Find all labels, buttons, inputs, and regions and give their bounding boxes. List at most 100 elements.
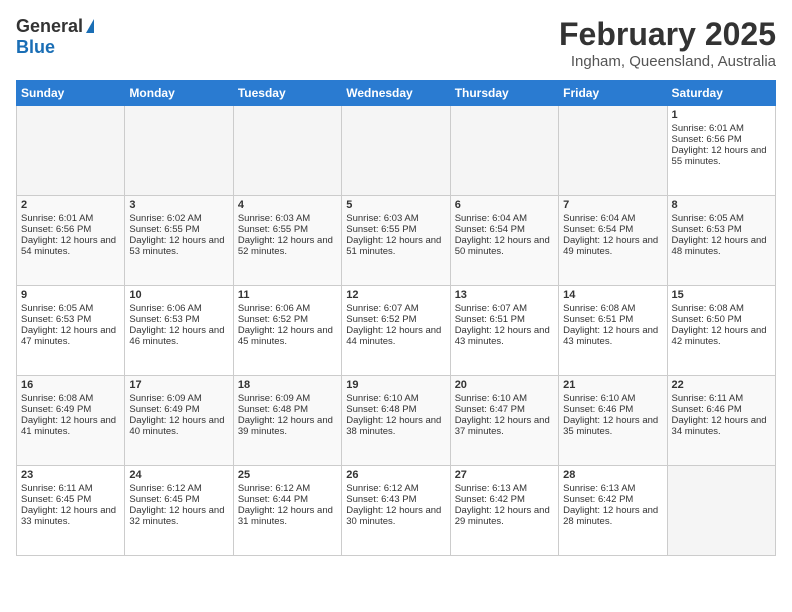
sunset-text: Sunset: 6:48 PM xyxy=(346,404,445,415)
calendar-cell: 15Sunrise: 6:08 AMSunset: 6:50 PMDayligh… xyxy=(667,286,775,376)
daylight-text: Daylight: 12 hours and 47 minutes. xyxy=(21,325,120,347)
calendar-cell xyxy=(667,466,775,556)
day-number: 8 xyxy=(672,199,771,211)
daylight-text: Daylight: 12 hours and 41 minutes. xyxy=(21,415,120,437)
day-number: 25 xyxy=(238,469,337,481)
sunrise-text: Sunrise: 6:13 AM xyxy=(455,483,554,494)
logo-general-text: General xyxy=(16,16,83,37)
sunrise-text: Sunrise: 6:12 AM xyxy=(346,483,445,494)
sunset-text: Sunset: 6:56 PM xyxy=(21,224,120,235)
day-number: 18 xyxy=(238,379,337,391)
daylight-text: Daylight: 12 hours and 34 minutes. xyxy=(672,415,771,437)
daylight-text: Daylight: 12 hours and 44 minutes. xyxy=(346,325,445,347)
sunset-text: Sunset: 6:55 PM xyxy=(238,224,337,235)
day-number: 14 xyxy=(563,289,662,301)
sunrise-text: Sunrise: 6:08 AM xyxy=(21,393,120,404)
calendar-cell: 1 Sunrise: 6:01 AMSunset: 6:56 PMDaylight… xyxy=(667,106,775,196)
calendar-week-1: 2Sunrise: 6:01 AMSunset: 6:56 PMDaylight… xyxy=(17,196,776,286)
sunrise-text: Sunrise: 6:12 AM xyxy=(238,483,337,494)
sunrise-text: Sunrise: 6:02 AM xyxy=(129,213,228,224)
day-number: 5 xyxy=(346,199,445,211)
day-number: 3 xyxy=(129,199,228,211)
sunrise-text: Sunrise: 6:05 AM xyxy=(672,213,771,224)
daylight-text: Daylight: 12 hours and 30 minutes. xyxy=(346,505,445,527)
calendar-cell: 18Sunrise: 6:09 AMSunset: 6:48 PMDayligh… xyxy=(233,376,341,466)
calendar-header-row: SundayMondayTuesdayWednesdayThursdayFrid… xyxy=(17,81,776,106)
sunset-text: Sunset: 6:43 PM xyxy=(346,494,445,505)
calendar-cell: 14Sunrise: 6:08 AMSunset: 6:51 PMDayligh… xyxy=(559,286,667,376)
calendar-cell xyxy=(450,106,558,196)
sunrise-text: Sunrise: 6:11 AM xyxy=(21,483,120,494)
sunset-text: Sunset: 6:51 PM xyxy=(455,314,554,325)
sunrise-text: Sunrise: 6:04 AM xyxy=(455,213,554,224)
sunrise-text: Sunrise: 6:10 AM xyxy=(455,393,554,404)
calendar-cell: 20Sunrise: 6:10 AMSunset: 6:47 PMDayligh… xyxy=(450,376,558,466)
sunset-text: Sunset: 6:49 PM xyxy=(21,404,120,415)
sunset-text: Sunset: 6:42 PM xyxy=(455,494,554,505)
daylight-text: Daylight: 12 hours and 42 minutes. xyxy=(672,325,771,347)
day-number: 10 xyxy=(129,289,228,301)
calendar-cell xyxy=(125,106,233,196)
sunrise-text: Sunrise: 6:03 AM xyxy=(346,213,445,224)
sunset-text: Sunset: 6:49 PM xyxy=(129,404,228,415)
daylight-text: Daylight: 12 hours and 53 minutes. xyxy=(129,235,228,257)
calendar-cell: 4 Sunrise: 6:03 AMSunset: 6:55 PMDaylight… xyxy=(233,196,341,286)
day-number: 23 xyxy=(21,469,120,481)
daylight-text: Daylight: 12 hours and 32 minutes. xyxy=(129,505,228,527)
day-number: 2 xyxy=(21,199,120,211)
daylight-text: Daylight: 12 hours and 55 minutes. xyxy=(672,145,771,167)
sunrise-text: Sunrise: 6:06 AM xyxy=(129,303,228,314)
sunrise-text: Sunrise: 6:01 AM xyxy=(672,123,771,134)
daylight-text: Daylight: 12 hours and 40 minutes. xyxy=(129,415,228,437)
daylight-text: Daylight: 12 hours and 52 minutes. xyxy=(238,235,337,257)
sunrise-text: Sunrise: 6:04 AM xyxy=(563,213,662,224)
day-number: 27 xyxy=(455,469,554,481)
sunset-text: Sunset: 6:45 PM xyxy=(129,494,228,505)
calendar-cell: 10Sunrise: 6:06 AMSunset: 6:53 PMDayligh… xyxy=(125,286,233,376)
sunrise-text: Sunrise: 6:10 AM xyxy=(563,393,662,404)
day-number: 6 xyxy=(455,199,554,211)
sunset-text: Sunset: 6:54 PM xyxy=(563,224,662,235)
daylight-text: Daylight: 12 hours and 46 minutes. xyxy=(129,325,228,347)
calendar-cell xyxy=(233,106,341,196)
month-title: February 2025 xyxy=(559,16,776,53)
sunrise-text: Sunrise: 6:07 AM xyxy=(346,303,445,314)
calendar-cell: 5Sunrise: 6:03 AMSunset: 6:55 PMDaylight… xyxy=(342,196,450,286)
header-tuesday: Tuesday xyxy=(233,81,341,106)
calendar-table: SundayMondayTuesdayWednesdayThursdayFrid… xyxy=(16,80,776,556)
calendar-cell: 27Sunrise: 6:13 AMSunset: 6:42 PMDayligh… xyxy=(450,466,558,556)
day-number: 4 xyxy=(238,199,337,211)
calendar-cell: 8Sunrise: 6:05 AMSunset: 6:53 PMDaylight… xyxy=(667,196,775,286)
day-number: 19 xyxy=(346,379,445,391)
calendar-cell: 19Sunrise: 6:10 AMSunset: 6:48 PMDayligh… xyxy=(342,376,450,466)
sunrise-text: Sunrise: 6:13 AM xyxy=(563,483,662,494)
sunrise-text: Sunrise: 6:08 AM xyxy=(672,303,771,314)
day-number: 13 xyxy=(455,289,554,301)
location-text: Ingham, Queensland, Australia xyxy=(559,53,776,70)
calendar-cell: 23Sunrise: 6:11 AMSunset: 6:45 PMDayligh… xyxy=(17,466,125,556)
title-section: February 2025 Ingham, Queensland, Austra… xyxy=(559,16,776,70)
sunrise-text: Sunrise: 6:08 AM xyxy=(563,303,662,314)
sunset-text: Sunset: 6:42 PM xyxy=(563,494,662,505)
sunset-text: Sunset: 6:46 PM xyxy=(672,404,771,415)
calendar-cell: 16Sunrise: 6:08 AMSunset: 6:49 PMDayligh… xyxy=(17,376,125,466)
header-thursday: Thursday xyxy=(450,81,558,106)
calendar-cell: 3Sunrise: 6:02 AMSunset: 6:55 PMDaylight… xyxy=(125,196,233,286)
calendar-cell: 13Sunrise: 6:07 AMSunset: 6:51 PMDayligh… xyxy=(450,286,558,376)
calendar-week-0: 1 Sunrise: 6:01 AMSunset: 6:56 PMDaylight… xyxy=(17,106,776,196)
day-number: 17 xyxy=(129,379,228,391)
daylight-text: Daylight: 12 hours and 33 minutes. xyxy=(21,505,120,527)
sunset-text: Sunset: 6:53 PM xyxy=(21,314,120,325)
daylight-text: Daylight: 12 hours and 38 minutes. xyxy=(346,415,445,437)
calendar-week-3: 16Sunrise: 6:08 AMSunset: 6:49 PMDayligh… xyxy=(17,376,776,466)
day-number: 24 xyxy=(129,469,228,481)
sunrise-text: Sunrise: 6:03 AM xyxy=(238,213,337,224)
calendar-cell: 22Sunrise: 6:11 AMSunset: 6:46 PMDayligh… xyxy=(667,376,775,466)
calendar-cell: 12Sunrise: 6:07 AMSunset: 6:52 PMDayligh… xyxy=(342,286,450,376)
sunrise-text: Sunrise: 6:12 AM xyxy=(129,483,228,494)
daylight-text: Daylight: 12 hours and 54 minutes. xyxy=(21,235,120,257)
sunset-text: Sunset: 6:48 PM xyxy=(238,404,337,415)
day-number: 1 xyxy=(672,109,771,121)
logo-triangle-icon xyxy=(86,19,94,33)
sunset-text: Sunset: 6:56 PM xyxy=(672,134,771,145)
